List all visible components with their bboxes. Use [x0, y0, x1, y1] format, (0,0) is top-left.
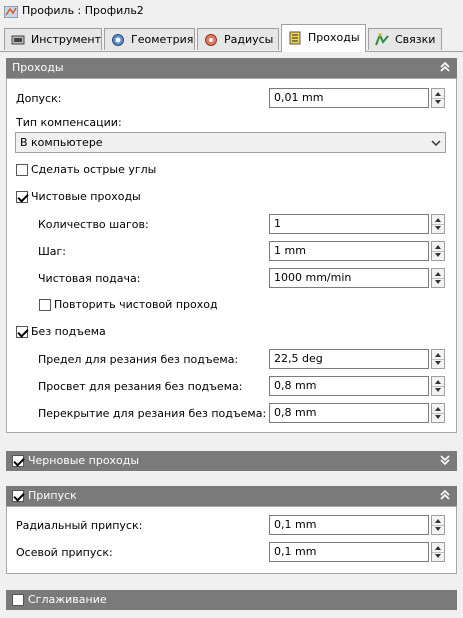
tab-linking[interactable]: Связки — [368, 28, 442, 50]
tolerance-field[interactable]: 0,01 mm — [269, 88, 429, 108]
passes-section-header[interactable]: Проходы — [6, 58, 457, 78]
axial-stock-spinner[interactable] — [431, 542, 445, 562]
radial-stock-field[interactable]: 0,1 mm — [269, 515, 429, 535]
chevron-down-icon — [431, 140, 441, 147]
compensation-value: В компьютере — [20, 136, 103, 149]
radii-icon — [205, 34, 217, 46]
no-lift-overlap-spinner[interactable] — [431, 403, 445, 423]
tab-linking-label: Связки — [395, 33, 436, 46]
roughing-checkbox[interactable] — [12, 455, 24, 467]
steps-label: Количество шагов: — [38, 218, 149, 231]
sharp-corners-checkbox[interactable] — [16, 164, 28, 176]
finishing-feed-label: Чистовая подача: — [38, 272, 141, 285]
tool-icon — [11, 35, 25, 45]
no-lift-label: Без подъема — [31, 325, 106, 338]
steps-field[interactable]: 1 — [269, 214, 429, 234]
finishing-feed-spinner[interactable] — [431, 268, 445, 288]
compensation-select[interactable]: В компьютере — [15, 132, 446, 153]
title-bar: Профиль : Профиль2 — [0, 0, 463, 24]
tab-tool-label: Инструмент — [31, 33, 102, 46]
tab-radii[interactable]: Радиусы — [197, 28, 279, 50]
tab-radii-label: Радиусы — [224, 33, 274, 46]
tab-passes-label: Проходы — [308, 31, 360, 44]
expand-icon[interactable] — [439, 453, 451, 467]
smoothing-checkbox[interactable] — [12, 594, 24, 606]
smoothing-section-title: Сглаживание — [28, 593, 107, 606]
axial-stock-field[interactable]: 0,1 mm — [269, 542, 429, 562]
no-lift-clearance-spinner[interactable] — [431, 376, 445, 396]
tab-geometry[interactable]: Геометрия — [104, 28, 195, 50]
step-spinner[interactable] — [431, 241, 445, 261]
no-lift-checkbox[interactable] — [16, 326, 28, 338]
tab-geometry-label: Геометрия — [131, 33, 194, 46]
finishing-passes-label: Чистовые проходы — [31, 190, 141, 203]
tab-bar: Инструмент Геометрия Радиусы Проходы Свя… — [0, 24, 463, 52]
profile-icon — [4, 6, 18, 18]
tab-passes[interactable]: Проходы — [281, 24, 366, 52]
step-label: Шаг: — [38, 245, 66, 258]
no-lift-limit-field[interactable]: 22,5 deg — [269, 349, 429, 369]
repeat-finishing-checkbox[interactable] — [39, 299, 51, 311]
tab-tool[interactable]: Инструмент — [4, 28, 102, 50]
collapse-icon[interactable] — [439, 488, 451, 502]
linking-icon — [375, 33, 389, 46]
roughing-section-header[interactable]: Черновые проходы — [6, 451, 457, 471]
no-lift-limit-spinner[interactable] — [431, 349, 445, 369]
geometry-icon — [112, 34, 124, 46]
smoothing-section-header[interactable]: Сглаживание — [6, 590, 457, 610]
finishing-feed-field[interactable]: 1000 mm/min — [269, 268, 429, 288]
finishing-passes-checkbox[interactable] — [16, 191, 28, 203]
passes-section-title: Проходы — [12, 61, 64, 74]
radial-stock-spinner[interactable] — [431, 515, 445, 535]
axial-stock-label: Осевой припуск: — [16, 546, 113, 559]
no-lift-limit-label: Предел для резания без подъема: — [38, 353, 239, 366]
no-lift-overlap-field[interactable]: 0,8 mm — [269, 403, 429, 423]
repeat-finishing-label: Повторить чистовой проход — [54, 298, 218, 311]
collapse-icon[interactable] — [439, 60, 451, 74]
no-lift-clearance-label: Просвет для резания без подъема: — [38, 380, 243, 393]
compensation-label: Тип компенсации: — [16, 116, 122, 129]
sharp-corners-label: Сделать острые углы — [31, 163, 157, 176]
window-title: Профиль : Профиль2 — [22, 4, 144, 17]
passes-icon — [289, 31, 301, 45]
steps-spinner[interactable] — [431, 214, 445, 234]
roughing-section-title: Черновые проходы — [28, 454, 140, 467]
tolerance-label: Допуск: — [16, 92, 62, 105]
no-lift-overlap-label: Перекрытие для резания без подъема: — [38, 407, 267, 420]
radial-stock-label: Радиальный припуск: — [16, 519, 143, 532]
stock-checkbox[interactable] — [12, 490, 24, 502]
stock-section-header[interactable]: Припуск — [6, 486, 457, 506]
stock-section-title: Припуск — [28, 489, 77, 502]
tolerance-spinner[interactable] — [431, 88, 445, 108]
no-lift-clearance-field[interactable]: 0,8 mm — [269, 376, 429, 396]
step-field[interactable]: 1 mm — [269, 241, 429, 261]
